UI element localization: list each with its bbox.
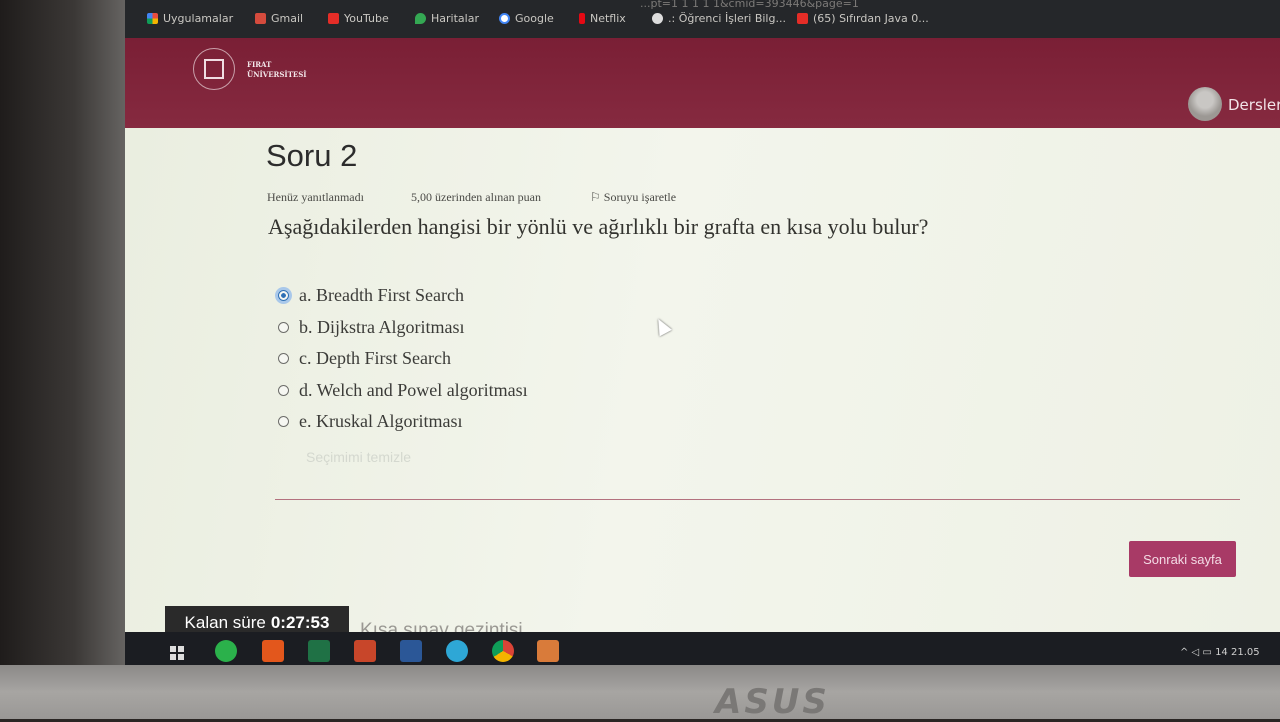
- url-fragment: ...pt=1 1 1 1 1&cmid=393446&page=1: [640, 0, 859, 10]
- option-d[interactable]: d. Welch and Powel algoritması: [278, 380, 528, 401]
- globe-icon: [652, 13, 663, 24]
- option-a[interactable]: a. Breadth First Search: [278, 285, 464, 306]
- clear-selection-link[interactable]: Seçimimi temizle: [306, 449, 411, 465]
- question-title: Soru 2: [266, 138, 358, 173]
- option-label: c. Depth First Search: [299, 348, 451, 368]
- edge-icon[interactable]: [446, 640, 468, 662]
- option-label: d. Welch and Powel algoritması: [299, 380, 528, 400]
- laptop-screen: ...pt=1 1 1 1 1&cmid=393446&page=1 Uygul…: [125, 0, 1280, 670]
- youtube-icon: [797, 13, 808, 24]
- radio[interactable]: [278, 385, 289, 396]
- option-label: e. Kruskal Algoritması: [299, 411, 463, 431]
- bookmark-maps[interactable]: Haritalar: [415, 12, 479, 25]
- option-label: a. Breadth First Search: [299, 285, 464, 305]
- timer-label: Kalan süre: [184, 613, 266, 632]
- avatar[interactable]: [1188, 87, 1222, 121]
- bookmarks-bar: ...pt=1 1 1 1 1&cmid=393446&page=1 Uygul…: [125, 0, 1280, 40]
- powerpoint-icon[interactable]: [354, 640, 376, 662]
- radio-selected[interactable]: [278, 290, 289, 301]
- next-page-button[interactable]: Sonraki sayfa: [1129, 541, 1236, 577]
- tray-time: 14: [1215, 647, 1228, 658]
- laptop-bezel-bottom: [0, 665, 1280, 719]
- option-b[interactable]: b. Dijkstra Algoritması: [278, 317, 465, 338]
- radio[interactable]: [278, 353, 289, 364]
- option-label: b. Dijkstra Algoritması: [299, 317, 465, 337]
- bookmark-label: YouTube: [344, 12, 389, 25]
- radio[interactable]: [278, 416, 289, 427]
- radio[interactable]: [278, 322, 289, 333]
- snip-icon[interactable]: [537, 640, 559, 662]
- chrome-icon[interactable]: [492, 640, 514, 662]
- tray-date: 21.05: [1230, 647, 1260, 658]
- maps-icon: [415, 13, 426, 24]
- laptop-brand-logo: ASUS: [715, 682, 830, 722]
- netflix-icon: [579, 13, 585, 24]
- question-text: Aşağıdakilerden hangisi bir yönlü ve ağı…: [268, 214, 929, 239]
- user-menu-label[interactable]: Dersler: [1228, 96, 1280, 114]
- bookmark-label: Google: [515, 12, 554, 25]
- gmail-icon: [255, 13, 266, 24]
- question-grade: 5,00 üzerinden alınan puan: [411, 190, 541, 204]
- bookmark-label: Uygulamalar: [163, 12, 234, 25]
- bookmark-java[interactable]: (65) Sıfırdan Java 0...: [797, 12, 929, 25]
- youtube-icon: [328, 13, 339, 24]
- university-logo-text: FIRAT ÜNİVERSİTESİ: [247, 60, 307, 79]
- bookmark-label: Gmail: [271, 12, 304, 25]
- bookmark-label: Haritalar: [431, 12, 479, 25]
- bookmark-label: (65) Sıfırdan Java 0...: [813, 12, 929, 25]
- bookmark-gmail[interactable]: Gmail: [255, 12, 303, 25]
- whatsapp-icon[interactable]: [215, 640, 237, 662]
- bookmark-apps[interactable]: Uygulamalar: [147, 12, 233, 25]
- site-header: FIRAT ÜNİVERSİTESİ Dersler: [125, 38, 1280, 130]
- bookmark-ogrenci-isleri[interactable]: .: Öğrenci İşleri Bilg...: [652, 12, 786, 25]
- windows-start-icon[interactable]: [170, 646, 184, 660]
- office-icon[interactable]: [262, 640, 284, 662]
- timer-value: 0:27:53: [270, 613, 330, 632]
- bookmark-google[interactable]: Google: [499, 12, 554, 25]
- option-e[interactable]: e. Kruskal Algoritması: [278, 411, 462, 432]
- bookmark-netflix[interactable]: Netflix: [579, 12, 626, 25]
- word-icon[interactable]: [400, 640, 422, 662]
- quiz-content: Soru 2 Henüz yanıtlanmadı 5,00 üzerinden…: [125, 128, 1280, 648]
- bookmark-youtube[interactable]: YouTube: [328, 12, 389, 25]
- bookmark-label: Netflix: [590, 12, 626, 25]
- excel-icon[interactable]: [308, 640, 330, 662]
- flag-icon: ⚐: [590, 190, 604, 204]
- university-seal-icon[interactable]: [193, 48, 235, 90]
- bookmark-label: .: Öğrenci İşleri Bilg...: [668, 12, 786, 25]
- flag-question-link[interactable]: ⚐ Soruyu işaretle: [590, 190, 676, 205]
- system-tray[interactable]: ^ ◁ ▭ 14 21.05: [1180, 647, 1260, 658]
- question-status: Henüz yanıtlanmadı: [267, 190, 364, 204]
- tray-icons: ^ ◁ ▭: [1180, 647, 1216, 658]
- divider: [275, 499, 1240, 500]
- apps-grid-icon: [147, 13, 158, 24]
- option-c[interactable]: c. Depth First Search: [278, 348, 451, 369]
- google-icon: [499, 13, 510, 24]
- laptop-bezel-left: [0, 0, 135, 719]
